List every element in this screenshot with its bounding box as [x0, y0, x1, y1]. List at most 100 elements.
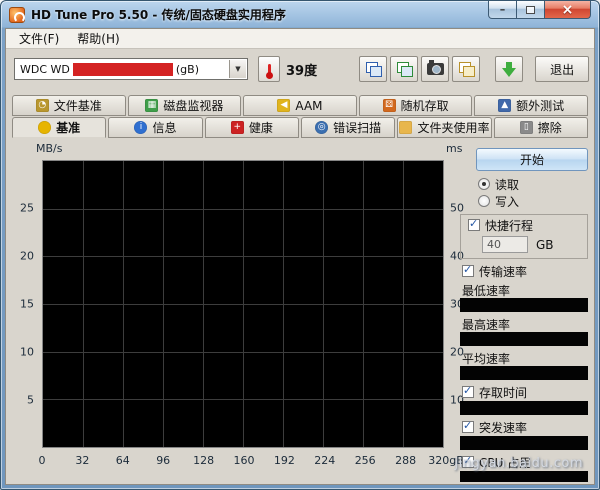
gridline-v	[323, 161, 324, 447]
y-left-tick-label: 20	[20, 249, 34, 263]
gridline-v	[283, 161, 284, 447]
random-access-icon: ⚄	[382, 99, 396, 112]
tab-file-benchmark[interactable]: ◔ 文件基准	[12, 95, 126, 116]
temperature-group: 39度	[258, 56, 317, 82]
y-left-tick-label: 10	[20, 345, 34, 359]
hdtune-window: HD Tune Pro 5.50 - 传统/固态硬盘实用程序 – × 文件(F)…	[0, 0, 600, 490]
save-text-button[interactable]	[452, 56, 481, 82]
info-icon: i	[134, 121, 148, 134]
short-stroke-checkbox[interactable]	[468, 217, 480, 231]
x-tick-label: 224	[314, 454, 336, 467]
short-stroke-input-row: GB	[466, 236, 582, 253]
x-tick-label: 288	[395, 454, 417, 467]
tab-folder-usage-label: 文件夹使用率	[417, 121, 490, 135]
tab-folder-usage[interactable]: 文件夹使用率	[397, 117, 492, 138]
x-tick-label: 32	[75, 454, 90, 467]
access-time-label: 存取时间	[479, 385, 528, 400]
access-time-redacted-value	[460, 401, 588, 415]
tab-disk-monitor[interactable]: ▦ 磁盘监视器	[127, 95, 242, 116]
tab-erase-label: 擦除	[537, 121, 562, 135]
tab-disk-monitor-label: 磁盘监视器	[163, 99, 224, 113]
x-ticks: 0 32 64 96 128 160 192 224 256 288 320gB	[39, 454, 464, 468]
gridline-v	[403, 161, 404, 447]
y-left-axis-unit: MB/s	[36, 142, 63, 155]
short-stroke-checkbox-row: 快捷行程	[466, 217, 582, 233]
start-button[interactable]: 开始	[476, 148, 588, 171]
close-button[interactable]: ×	[545, 1, 591, 19]
write-radio[interactable]	[478, 195, 490, 207]
gridline-v	[243, 161, 244, 447]
tab-error-scan-label: 错误扫描	[333, 121, 382, 135]
error-scan-icon: ◎	[315, 121, 329, 134]
tab-random-access[interactable]: ⚄ 随机存取	[358, 95, 473, 116]
update-button[interactable]	[495, 56, 524, 82]
transfer-rate-checkbox-row: 传输速率	[452, 263, 588, 279]
short-stroke-unit: GB	[536, 237, 554, 252]
tab-info[interactable]: i 信息	[108, 117, 203, 138]
key-icon	[38, 121, 52, 134]
short-stroke-input[interactable]	[482, 236, 528, 253]
max-rate-redacted-value	[460, 332, 588, 346]
tab-random-access-label: 随机存取	[400, 99, 449, 113]
maximize-button[interactable]	[517, 1, 545, 19]
save-screenshot-button[interactable]	[390, 56, 419, 82]
tab-file-benchmark-label: 文件基准	[53, 99, 102, 113]
menu-file[interactable]: 文件(F)	[10, 28, 68, 49]
toolbar: WDC WD (gB) ▼ 39度 退出	[6, 49, 594, 89]
client-area: 文件(F) 帮助(H) WDC WD (gB) ▼ 39度 退出 ◔ 文件基准 ▦ 磁盘…	[5, 28, 595, 485]
drive-select-dropdown[interactable]: WDC WD (gB) ▼	[14, 58, 248, 80]
cpu-usage-checkbox[interactable]	[462, 454, 474, 468]
benchmark-page: MB/s ms 25 20 15 10 5 50 40 30 20 10 0 32 64 96 128 1…	[6, 138, 594, 484]
file-benchmark-icon: ◔	[35, 99, 49, 112]
access-time-checkbox-row: 存取时间	[452, 384, 588, 400]
tab-health-label: 健康	[248, 121, 273, 135]
gridline-v	[123, 161, 124, 447]
read-radio-row: 读取	[452, 177, 588, 192]
tab-erase[interactable]: ▯ 擦除	[493, 117, 588, 138]
cpu-usage-redacted-value	[460, 471, 588, 482]
access-time-checkbox[interactable]	[462, 384, 474, 398]
minimize-button[interactable]: –	[488, 1, 517, 19]
x-tick-label: 256	[354, 454, 376, 467]
min-rate-label: 最低速率	[462, 284, 511, 298]
drive-name-redaction	[72, 62, 173, 76]
exit-button[interactable]: 退出	[535, 56, 590, 82]
burst-rate-checkbox[interactable]	[462, 419, 474, 433]
text-save-icon	[458, 62, 475, 77]
cpu-usage-checkbox-row: CPU 占用	[452, 454, 588, 470]
x-tick-label: 128	[193, 454, 215, 467]
min-rate-redacted-value	[460, 298, 588, 312]
tab-extra-tests[interactable]: ▲ 额外测试	[474, 95, 588, 116]
short-stroke-group: 快捷行程 GB	[460, 214, 588, 259]
window-title: HD Tune Pro 5.50 - 传统/固态硬盘实用程序	[31, 8, 286, 22]
menubar: 文件(F) 帮助(H)	[6, 29, 594, 49]
thermometer-icon	[265, 64, 273, 79]
read-label: 读取	[495, 177, 520, 192]
short-stroke-label: 快捷行程	[485, 218, 534, 233]
avg-rate-label: 平均速率	[462, 352, 511, 366]
x-tick-label: 192	[273, 454, 295, 467]
tab-benchmark-label: 基准	[56, 121, 81, 135]
y-left-ticks: 25 20 15 10 5	[6, 160, 38, 448]
y-left-tick-label: 5	[27, 393, 34, 407]
tab-error-scan[interactable]: ◎ 错误扫描	[300, 117, 396, 138]
transfer-rate-checkbox[interactable]	[462, 263, 474, 277]
drive-name-prefix: WDC WD	[20, 62, 70, 76]
camera-button[interactable]	[421, 56, 450, 82]
tab-info-label: 信息	[152, 121, 177, 135]
y-left-tick-label: 15	[20, 297, 34, 311]
disk-monitor-icon: ▦	[145, 99, 159, 112]
chevron-down-icon[interactable]: ▼	[229, 60, 246, 78]
copy-screenshot-button[interactable]	[359, 56, 388, 82]
gridline-v	[203, 161, 204, 447]
titlebar[interactable]: HD Tune Pro 5.50 - 传统/固态硬盘实用程序 – ×	[1, 1, 599, 28]
tab-health[interactable]: + 健康	[204, 117, 299, 138]
tab-benchmark[interactable]: 基准	[12, 117, 107, 138]
write-label: 写入	[495, 194, 520, 209]
temperature-button[interactable]	[258, 56, 280, 82]
max-rate-label: 最高速率	[462, 318, 511, 332]
tab-aam[interactable]: ◀ AAM	[243, 95, 357, 116]
read-radio[interactable]	[478, 178, 490, 190]
y-left-tick-label: 25	[20, 201, 34, 215]
menu-help[interactable]: 帮助(H)	[68, 28, 128, 49]
